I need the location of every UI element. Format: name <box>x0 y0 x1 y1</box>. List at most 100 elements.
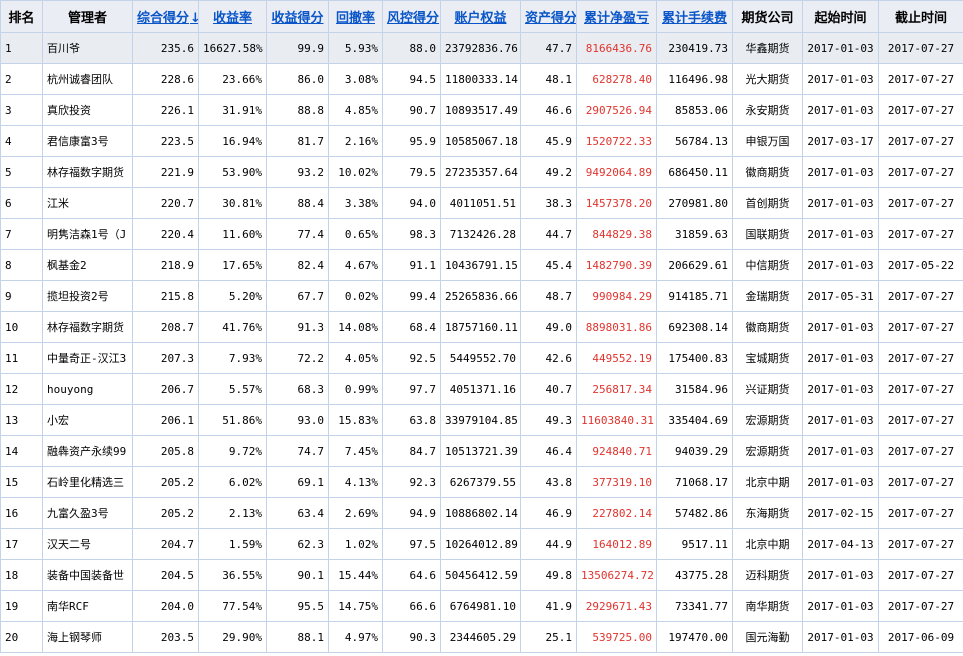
cell-equity: 6764981.10 <box>440 590 521 622</box>
table-header: 排名 管理者 综合得分↓ 收益率 收益得分回撤率风控得分账户权益 资产得分累计净盈亏累计手… <box>0 0 963 33</box>
cell-total-score: 218.9 <box>132 249 199 281</box>
cell-equity: 10886802.14 <box>440 497 521 529</box>
cell-company: 国联期货 <box>732 218 803 250</box>
column-header-return-rate[interactable]: 收益率 <box>198 0 267 33</box>
column-header-equity[interactable]: 账户权益 <box>440 0 521 33</box>
cell-total-score: 205.2 <box>132 466 199 498</box>
cell-drawdown: 14.08% <box>328 311 383 343</box>
column-header-fees[interactable]: 累计手续费 <box>656 0 733 33</box>
cell-end-date: 2017-07-27 <box>878 435 963 467</box>
cell-asset-score: 46.4 <box>520 435 577 467</box>
cell-rank: 17 <box>0 528 43 560</box>
cell-start-date: 2017-01-03 <box>802 63 879 95</box>
cell-fees: 197470.00 <box>656 621 733 653</box>
cell-company: 兴证期货 <box>732 373 803 405</box>
column-header-total-score[interactable]: 综合得分↓ <box>132 0 199 33</box>
cell-rank: 8 <box>0 249 43 281</box>
cell-total-score: 204.0 <box>132 590 199 622</box>
cell-net-profit: 8166436.76 <box>576 32 657 64</box>
table-row: 2 杭州诚睿团队 228.6 23.66% 86.0 3.08% 94.5 11800333.… <box>0 63 963 95</box>
cell-manager: 真欣投资 <box>42 94 133 126</box>
cell-return-rate: 7.93% <box>198 342 267 374</box>
table-row: 4 君信康富3号 223.5 16.94% 81.7 2.16% 95.9 10585067.… <box>0 125 963 157</box>
cell-company: 北京中期 <box>732 466 803 498</box>
column-header-label[interactable]: 回撤率 <box>336 11 375 26</box>
table-row: 5 林存福数字期货 221.9 53.90% 93.2 10.02% 79.5 2723535… <box>0 156 963 188</box>
cell-net-profit: 8898031.86 <box>576 311 657 343</box>
column-header-label[interactable]: 收益率 <box>213 11 252 26</box>
table-row: 9 揽坦投资2号 215.8 5.20% 67.7 0.02% 99.4 25265836.6… <box>0 280 963 312</box>
cell-fees: 335404.69 <box>656 404 733 436</box>
cell-company: 国元海勤 <box>732 621 803 653</box>
cell-total-score: 207.3 <box>132 342 199 374</box>
cell-equity: 7132426.28 <box>440 218 521 250</box>
cell-asset-score: 43.8 <box>520 466 577 498</box>
cell-return-rate: 53.90% <box>198 156 267 188</box>
column-header-asset-score[interactable]: 资产得分 <box>520 0 577 33</box>
cell-end-date: 2017-07-27 <box>878 280 963 312</box>
cell-drawdown: 4.05% <box>328 342 383 374</box>
cell-start-date: 2017-02-15 <box>802 497 879 529</box>
column-header-risk-score[interactable]: 风控得分 <box>382 0 441 33</box>
cell-fees: 230419.73 <box>656 32 733 64</box>
column-header-label[interactable]: 资产得分 <box>525 11 576 26</box>
column-header-label[interactable]: 收益得分 <box>271 11 323 26</box>
cell-asset-score: 44.7 <box>520 218 577 250</box>
table-body: 1 百川爷 235.6 16627.58% 99.9 5.93% 88.0 23792836.… <box>0 32 963 653</box>
cell-manager: 杭州诚睿团队 <box>42 63 133 95</box>
column-header-start-date: 起始时间 <box>802 0 879 33</box>
cell-return-rate: 9.72% <box>198 435 267 467</box>
cell-return-score: 95.5 <box>266 590 329 622</box>
column-header-end-date: 截止时间 <box>878 0 963 33</box>
column-header-label: 排名 <box>8 11 35 26</box>
table-row: 11 中量奇正-汉江3 207.3 7.93% 72.2 4.05% 92.5 5449552… <box>0 342 963 374</box>
cell-return-rate: 11.60% <box>198 218 267 250</box>
cell-asset-score: 45.9 <box>520 125 577 157</box>
cell-manager: 百川爷 <box>42 32 133 64</box>
cell-drawdown: 15.83% <box>328 404 383 436</box>
column-header-label[interactable]: 综合得分 <box>137 11 189 26</box>
cell-drawdown: 2.16% <box>328 125 383 157</box>
cell-risk-score: 97.5 <box>382 528 441 560</box>
cell-manager: 融犇资产永续99 <box>42 435 133 467</box>
table-row: 7 明隽洁森1号（J 220.4 11.60% 77.4 0.65% 98.3 7132426… <box>0 218 963 250</box>
cell-drawdown: 14.75% <box>328 590 383 622</box>
table-row: 16 九富久盈3号 205.2 2.13% 63.4 2.69% 94.9 10886802.… <box>0 497 963 529</box>
cell-manager: 九富久盈3号 <box>42 497 133 529</box>
cell-drawdown: 5.93% <box>328 32 383 64</box>
cell-company: 宏源期货 <box>732 435 803 467</box>
column-header-label[interactable]: 累计手续费 <box>662 11 727 26</box>
sort-desc-arrow-icon[interactable]: ↓ <box>190 11 197 26</box>
cell-manager: 枫基金2 <box>42 249 133 281</box>
column-header-return-score[interactable]: 收益得分 <box>266 0 329 33</box>
cell-end-date: 2017-07-27 <box>878 559 963 591</box>
column-header-label[interactable]: 账户权益 <box>454 11 506 26</box>
cell-drawdown: 4.97% <box>328 621 383 653</box>
cell-company: 华鑫期货 <box>732 32 803 64</box>
column-header-label[interactable]: 风控得分 <box>387 11 439 26</box>
cell-equity: 18757160.11 <box>440 311 521 343</box>
table-row: 19 南华RCF 204.0 77.54% 95.5 14.75% 66.6 6764981.… <box>0 590 963 622</box>
cell-drawdown: 1.02% <box>328 528 383 560</box>
column-header-label: 起始时间 <box>814 11 867 26</box>
cell-equity: 50456412.59 <box>440 559 521 591</box>
cell-start-date: 2017-01-03 <box>802 404 879 436</box>
cell-risk-score: 91.1 <box>382 249 441 281</box>
cell-start-date: 2017-01-03 <box>802 342 879 374</box>
column-header-drawdown[interactable]: 回撤率 <box>328 0 383 33</box>
cell-net-profit: 2929671.43 <box>576 590 657 622</box>
cell-start-date: 2017-01-03 <box>802 94 879 126</box>
cell-fees: 71068.17 <box>656 466 733 498</box>
table-row: 20 海上钢琴师 203.5 29.90% 88.1 4.97% 90.3 2344605.2… <box>0 621 963 653</box>
cell-return-score: 62.3 <box>266 528 329 560</box>
column-header-label[interactable]: 累计净盈亏 <box>584 11 649 26</box>
cell-asset-score: 49.3 <box>520 404 577 436</box>
cell-total-score: 208.7 <box>132 311 199 343</box>
cell-drawdown: 4.13% <box>328 466 383 498</box>
cell-total-score: 204.5 <box>132 559 199 591</box>
cell-rank: 6 <box>0 187 43 219</box>
cell-total-score: 220.4 <box>132 218 199 250</box>
column-header-net-profit[interactable]: 累计净盈亏 <box>576 0 657 33</box>
cell-return-score: 88.8 <box>266 94 329 126</box>
cell-start-date: 2017-03-17 <box>802 125 879 157</box>
